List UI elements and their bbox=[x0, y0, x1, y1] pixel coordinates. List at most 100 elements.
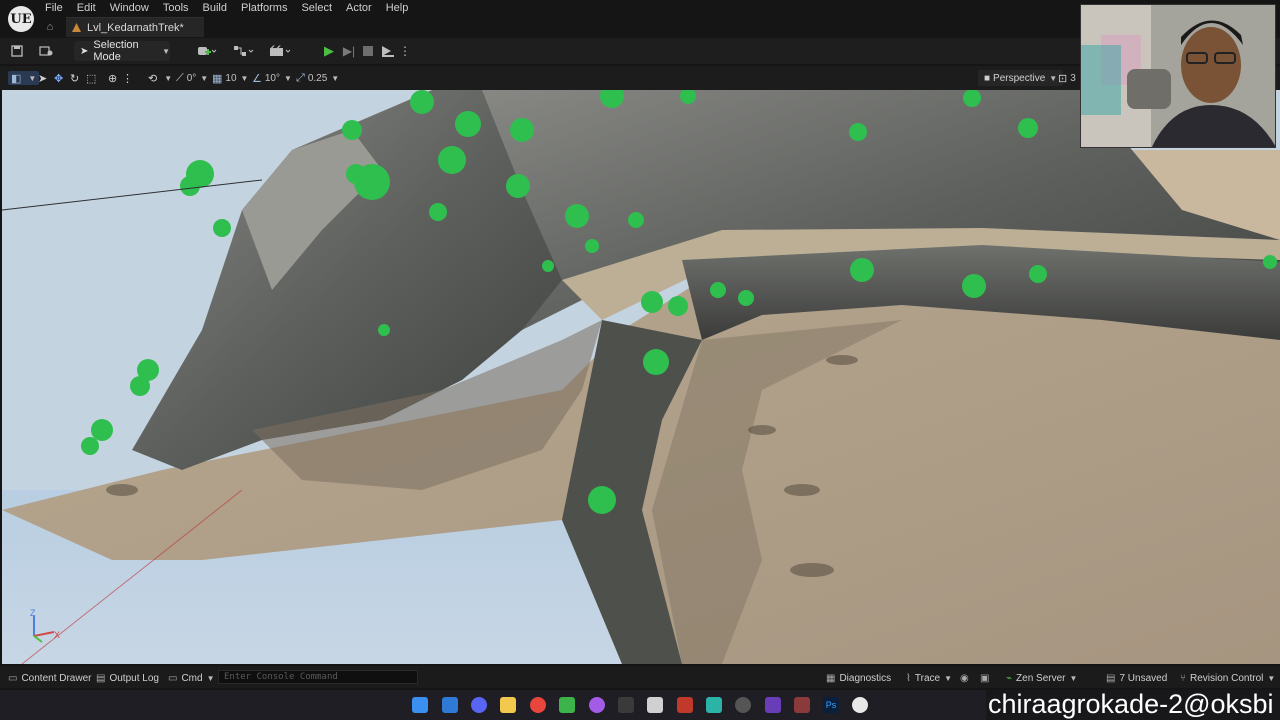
chevron-down-icon: ▼ bbox=[284, 73, 292, 83]
cursor-arrow-icon: ➤ bbox=[80, 45, 89, 57]
unsaved-button[interactable]: ▤ 7 Unsaved bbox=[1106, 671, 1167, 685]
lit-mode-button[interactable]: ⊡ 3 bbox=[1058, 71, 1076, 85]
trace-dropdown[interactable]: ⌇ Trace ▼ bbox=[906, 671, 952, 685]
tree-shadow bbox=[790, 563, 834, 577]
windows-start-icon[interactable] bbox=[412, 697, 428, 713]
menu-help[interactable]: Help bbox=[379, 2, 416, 14]
step-icon[interactable]: ▶| bbox=[342, 43, 356, 59]
output-log-button[interactable]: ▤ Output Log bbox=[96, 671, 159, 685]
chevron-down-icon: ▼ bbox=[206, 673, 215, 683]
discord-icon[interactable] bbox=[471, 697, 487, 713]
extra-label: 3 bbox=[1070, 72, 1076, 84]
chevron-down-icon: ▼ bbox=[1069, 673, 1078, 683]
menu-window[interactable]: Window bbox=[103, 2, 156, 14]
world-space-icon[interactable]: ⊕ bbox=[108, 71, 120, 85]
diagnostics-icon: ▦ bbox=[826, 672, 836, 684]
add-content-icon[interactable] bbox=[196, 43, 218, 59]
selection-mode-label: Selection Mode bbox=[93, 39, 139, 63]
chevron-down-icon: ▼ bbox=[162, 46, 170, 56]
translate-icon[interactable]: ✥ bbox=[54, 71, 66, 85]
grid-snap-value: 10 bbox=[225, 72, 237, 84]
select-mode-icon[interactable]: ➤ bbox=[38, 71, 50, 85]
tree-shadow bbox=[106, 484, 138, 496]
transform-menu-icon[interactable]: ◧ ▼ bbox=[8, 71, 40, 85]
widgets-icon[interactable] bbox=[442, 697, 458, 713]
axis-x-label: X bbox=[54, 630, 60, 640]
app-teal-icon[interactable] bbox=[706, 697, 722, 713]
level-viewport[interactable]: Z X bbox=[2, 90, 1280, 664]
tab-level[interactable]: Lvl_KedarnathTrek* bbox=[66, 17, 204, 37]
camera-icon: ▣ bbox=[980, 672, 990, 684]
menu-build[interactable]: Build bbox=[196, 2, 234, 14]
record-icon[interactable]: ◉ bbox=[960, 671, 973, 685]
photoshop-icon[interactable]: Ps bbox=[823, 697, 839, 713]
play-icon[interactable]: ▶ bbox=[322, 43, 336, 59]
terminal-icon: ▭ bbox=[168, 672, 178, 684]
stop-icon[interactable] bbox=[362, 43, 374, 59]
launch-icon[interactable] bbox=[380, 43, 396, 59]
grid-snap[interactable]: ▦ 10 ▼ bbox=[212, 71, 248, 85]
source-control-icon[interactable] bbox=[38, 43, 54, 59]
selection-mode-dropdown[interactable]: ➤ Selection Mode ▼ bbox=[74, 39, 170, 63]
obs-icon[interactable] bbox=[735, 697, 751, 713]
rotation-snap[interactable]: ⟋ 0° ▼ bbox=[176, 71, 208, 85]
perspective-label: Perspective bbox=[993, 72, 1046, 84]
options-icon[interactable]: ⋮ bbox=[122, 71, 136, 85]
more-options-icon[interactable]: ⋮ bbox=[399, 43, 411, 59]
scale-snap-value: 0.25 bbox=[307, 72, 328, 84]
chevron-down-icon: ▼ bbox=[200, 73, 209, 83]
visual-studio-icon[interactable] bbox=[765, 697, 781, 713]
cmd-dropdown[interactable]: ▭ Cmd ▼ bbox=[168, 671, 215, 685]
menu-file[interactable]: File bbox=[38, 2, 70, 14]
angle-snap[interactable]: ∠ 10° ▼ bbox=[252, 71, 292, 85]
unreal-engine-icon[interactable] bbox=[852, 697, 868, 713]
select-tool-icon: ◧ bbox=[11, 72, 22, 85]
chevron-down-icon: ▼ bbox=[331, 73, 340, 83]
snipping-tool-icon[interactable] bbox=[647, 697, 663, 713]
app-red-icon[interactable] bbox=[677, 697, 693, 713]
home-icon[interactable]: ⌂ bbox=[40, 21, 60, 33]
menu-platforms[interactable]: Platforms bbox=[234, 2, 294, 14]
log-icon: ▤ bbox=[96, 672, 106, 684]
menu-select[interactable]: Select bbox=[294, 2, 339, 14]
diagnostics-label: Diagnostics bbox=[839, 672, 892, 684]
menu-tools[interactable]: Tools bbox=[156, 2, 196, 14]
app-maroon-icon[interactable] bbox=[794, 697, 810, 713]
menu-actor[interactable]: Actor bbox=[339, 2, 379, 14]
content-drawer-button[interactable]: ▭ Content Drawer bbox=[8, 671, 91, 685]
notepad-icon[interactable] bbox=[559, 697, 575, 713]
trace-icon: ⌇ bbox=[906, 672, 911, 684]
screenshot-icon[interactable]: ▣ bbox=[980, 671, 993, 685]
revision-control-dropdown[interactable]: ⑂ Revision Control ▼ bbox=[1180, 671, 1275, 685]
cmd-label: Cmd bbox=[181, 672, 203, 684]
level-tab-label: Lvl_KedarnathTrek* bbox=[87, 21, 184, 34]
cinematics-icon[interactable] bbox=[268, 43, 294, 59]
menu-items: File Edit Window Tools Build Platforms S… bbox=[38, 2, 415, 14]
scale-icon[interactable]: ⬚ bbox=[86, 71, 99, 85]
grid-icon: ▦ bbox=[212, 72, 223, 85]
surface-snap-icon: ⟲ bbox=[148, 72, 158, 85]
console-command-input[interactable]: Enter Console Command bbox=[218, 670, 418, 684]
presenter-video-icon bbox=[1081, 5, 1275, 147]
blueprint-icon[interactable] bbox=[232, 43, 256, 59]
drawer-icon: ▭ bbox=[8, 672, 18, 684]
github-icon[interactable] bbox=[589, 697, 605, 713]
unreal-logo-icon[interactable]: UE bbox=[8, 6, 34, 32]
chevron-down-icon: ▼ bbox=[28, 73, 37, 83]
terminal-icon[interactable] bbox=[618, 697, 634, 713]
surface-snap-toggle[interactable]: ⟲ ▼ bbox=[148, 71, 172, 85]
record-circle-icon: ◉ bbox=[960, 672, 969, 684]
sun-icon: ⊡ bbox=[1058, 72, 1068, 85]
menu-edit[interactable]: Edit bbox=[70, 2, 103, 14]
chevron-down-icon: ▼ bbox=[944, 673, 953, 683]
dots-icon: ⋮ bbox=[122, 72, 133, 85]
scale-snap[interactable]: ⤢ 0.25 ▼ bbox=[296, 71, 339, 85]
rotation-snap-icon: ⟋ bbox=[176, 71, 184, 84]
file-explorer-icon[interactable] bbox=[500, 697, 516, 713]
save-icon[interactable] bbox=[10, 43, 24, 59]
diagnostics-button[interactable]: ▦ Diagnostics bbox=[826, 671, 891, 685]
rotate-icon[interactable]: ↻ bbox=[70, 71, 82, 85]
perspective-dropdown[interactable]: ■ Perspective ▼ bbox=[978, 70, 1064, 86]
chrome-icon[interactable] bbox=[530, 697, 546, 713]
zen-server-dropdown[interactable]: ⌁ Zen Server ▼ bbox=[1006, 671, 1077, 685]
